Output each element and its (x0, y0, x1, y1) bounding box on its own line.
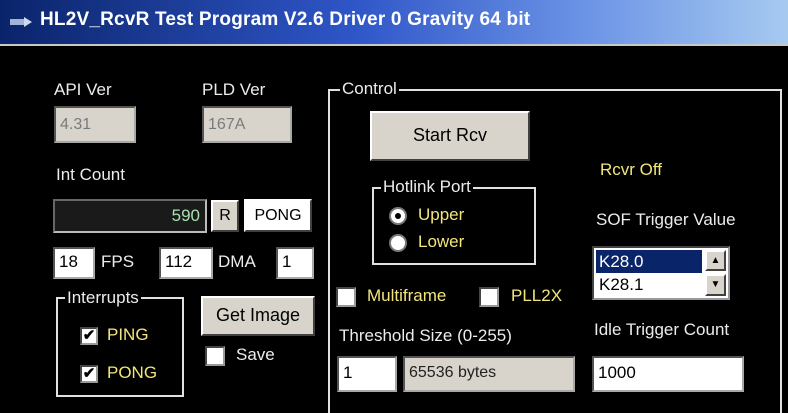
reset-button[interactable]: R (211, 200, 239, 232)
hotlink-port-title: Hotlink Port (381, 177, 473, 197)
title-bar[interactable]: HL2V_RcvR Test Program V2.6 Driver 0 Gra… (0, 0, 788, 44)
lower-radio[interactable] (389, 234, 407, 252)
multiframe-checkbox[interactable] (336, 287, 356, 307)
threshold-field[interactable]: 1 (337, 356, 397, 392)
bytes-field: 65536 bytes (403, 356, 575, 392)
threshold-label: Threshold Size (0-255) (339, 326, 512, 345)
int-count-value: 590 (171, 206, 200, 225)
int-count-label: Int Count (56, 165, 125, 184)
lower-label: Lower (418, 232, 465, 251)
pld-ver-label: PLD Ver (202, 80, 266, 99)
upper-label: Upper (418, 205, 465, 224)
save-label: Save (236, 345, 275, 364)
interrupts-group-title: Interrupts (65, 288, 141, 308)
api-ver-field: 4.31 (54, 106, 136, 143)
upper-radio[interactable] (389, 207, 407, 225)
sof-option-selected[interactable]: K28.0 (596, 250, 702, 273)
ping-label: PING (107, 325, 149, 344)
sof-trigger-label: SOF Trigger Value (596, 210, 736, 229)
sof-trigger-listbox[interactable]: K28.0 K28.1 ▲ ▼ (592, 246, 730, 300)
idle-trigger-label: Idle Trigger Count (594, 320, 730, 339)
idle-trigger-field[interactable]: 1000 (592, 356, 744, 392)
dma-label: DMA (218, 252, 256, 271)
int-count-display: 590 (53, 199, 207, 233)
rcvr-status: Rcvr Off (600, 160, 663, 179)
pong-button[interactable]: PONG (244, 199, 312, 232)
fps-field[interactable]: 18 (53, 247, 95, 279)
scroll-down-arrow-icon[interactable]: ▼ (705, 274, 726, 296)
dma-field[interactable]: 112 (159, 247, 213, 279)
pll2x-checkbox[interactable] (479, 287, 499, 307)
app-icon (10, 17, 32, 27)
title-separator (0, 44, 788, 46)
pong-interrupt-label: PONG (107, 363, 158, 382)
dma-count-field[interactable]: 1 (276, 247, 314, 279)
pld-ver-field: 167A (202, 106, 292, 143)
scroll-up-arrow-icon[interactable]: ▲ (705, 250, 726, 271)
window-title: HL2V_RcvR Test Program V2.6 Driver 0 Gra… (40, 9, 531, 30)
fps-label: FPS (101, 252, 135, 271)
control-group-title: Control (340, 79, 399, 99)
hotlink-port-group (372, 187, 536, 265)
pong-checkbox[interactable]: ✔ (80, 365, 98, 383)
pll2x-label: PLL2X (511, 286, 563, 305)
get-image-button[interactable]: Get Image (201, 296, 315, 336)
ping-checkbox[interactable]: ✔ (80, 327, 98, 345)
start-rcv-button[interactable]: Start Rcv (370, 111, 530, 161)
save-checkbox[interactable] (205, 346, 225, 366)
sof-option[interactable]: K28.1 (596, 274, 702, 296)
api-ver-label: API Ver (54, 80, 112, 99)
multiframe-label: Multiframe (367, 286, 447, 305)
